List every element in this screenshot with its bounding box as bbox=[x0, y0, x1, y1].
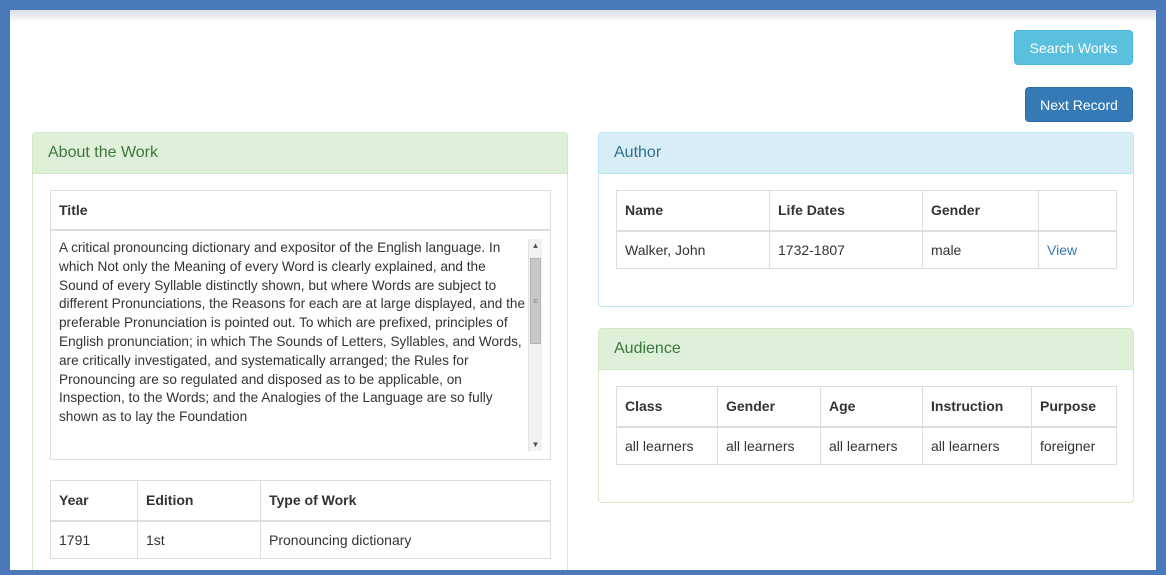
search-works-button[interactable]: Search Works bbox=[1014, 30, 1133, 65]
column-header-actions bbox=[1038, 190, 1117, 232]
author-gender-cell: male bbox=[922, 230, 1039, 269]
title-label: Title bbox=[51, 191, 550, 231]
about-work-heading: About the Work bbox=[33, 133, 567, 174]
table-row: Walker, John 1732-1807 male View bbox=[616, 230, 1117, 269]
title-box: Title A critical pronouncing dictionary … bbox=[50, 190, 551, 460]
audience-age-cell: all learners bbox=[820, 426, 923, 465]
author-heading: Author bbox=[599, 133, 1133, 174]
scroll-up-arrow-icon[interactable]: ▲ bbox=[529, 239, 542, 252]
column-header-edition: Edition bbox=[137, 480, 261, 522]
author-panel: Author Name Life Dates Gender Walker, Jo… bbox=[598, 132, 1134, 307]
view-author-link[interactable]: View bbox=[1047, 242, 1077, 258]
title-textarea[interactable]: A critical pronouncing dictionary and ex… bbox=[51, 231, 550, 459]
column-header-life-dates: Life Dates bbox=[769, 190, 923, 232]
table-row: all learners all learners all learners a… bbox=[616, 426, 1117, 465]
title-text: A critical pronouncing dictionary and ex… bbox=[59, 240, 526, 425]
work-details-table: Year Edition Type of Work 1791 1st Prono… bbox=[50, 480, 551, 559]
column-header-year: Year bbox=[50, 480, 138, 522]
audience-panel: Audience Class Gender Age Instruction Pu… bbox=[598, 328, 1134, 503]
audience-gender-cell: all learners bbox=[717, 426, 821, 465]
column-header-gender: Gender bbox=[717, 386, 821, 428]
column-header-type-of-work: Type of Work bbox=[260, 480, 551, 522]
year-cell: 1791 bbox=[50, 520, 138, 559]
audience-purpose-cell: foreigner bbox=[1031, 426, 1117, 465]
audience-class-cell: all learners bbox=[616, 426, 718, 465]
audience-heading: Audience bbox=[599, 329, 1133, 370]
column-header-gender: Gender bbox=[922, 190, 1039, 232]
type-of-work-cell: Pronouncing dictionary bbox=[260, 520, 551, 559]
next-record-button[interactable]: Next Record bbox=[1025, 87, 1133, 122]
audience-instruction-cell: all learners bbox=[922, 426, 1032, 465]
page-frame: Search Works Next Record About the Work … bbox=[10, 10, 1156, 570]
edition-cell: 1st bbox=[137, 520, 261, 559]
about-work-panel: About the Work Title A critical pronounc… bbox=[32, 132, 568, 570]
author-table: Name Life Dates Gender Walker, John 1732… bbox=[616, 190, 1117, 269]
author-view-cell: View bbox=[1038, 230, 1117, 269]
author-life-dates-cell: 1732-1807 bbox=[769, 230, 923, 269]
title-scrollbar[interactable]: ▲ ≡ ▼ bbox=[528, 239, 542, 451]
audience-table: Class Gender Age Instruction Purpose all… bbox=[616, 386, 1117, 465]
scroll-thumb[interactable]: ≡ bbox=[530, 258, 541, 344]
table-row: 1791 1st Pronouncing dictionary bbox=[50, 520, 551, 559]
column-header-purpose: Purpose bbox=[1031, 386, 1117, 428]
scroll-down-arrow-icon[interactable]: ▼ bbox=[529, 438, 542, 451]
column-header-class: Class bbox=[616, 386, 718, 428]
column-header-age: Age bbox=[820, 386, 923, 428]
column-header-instruction: Instruction bbox=[922, 386, 1032, 428]
author-name-cell: Walker, John bbox=[616, 230, 770, 269]
column-header-name: Name bbox=[616, 190, 770, 232]
